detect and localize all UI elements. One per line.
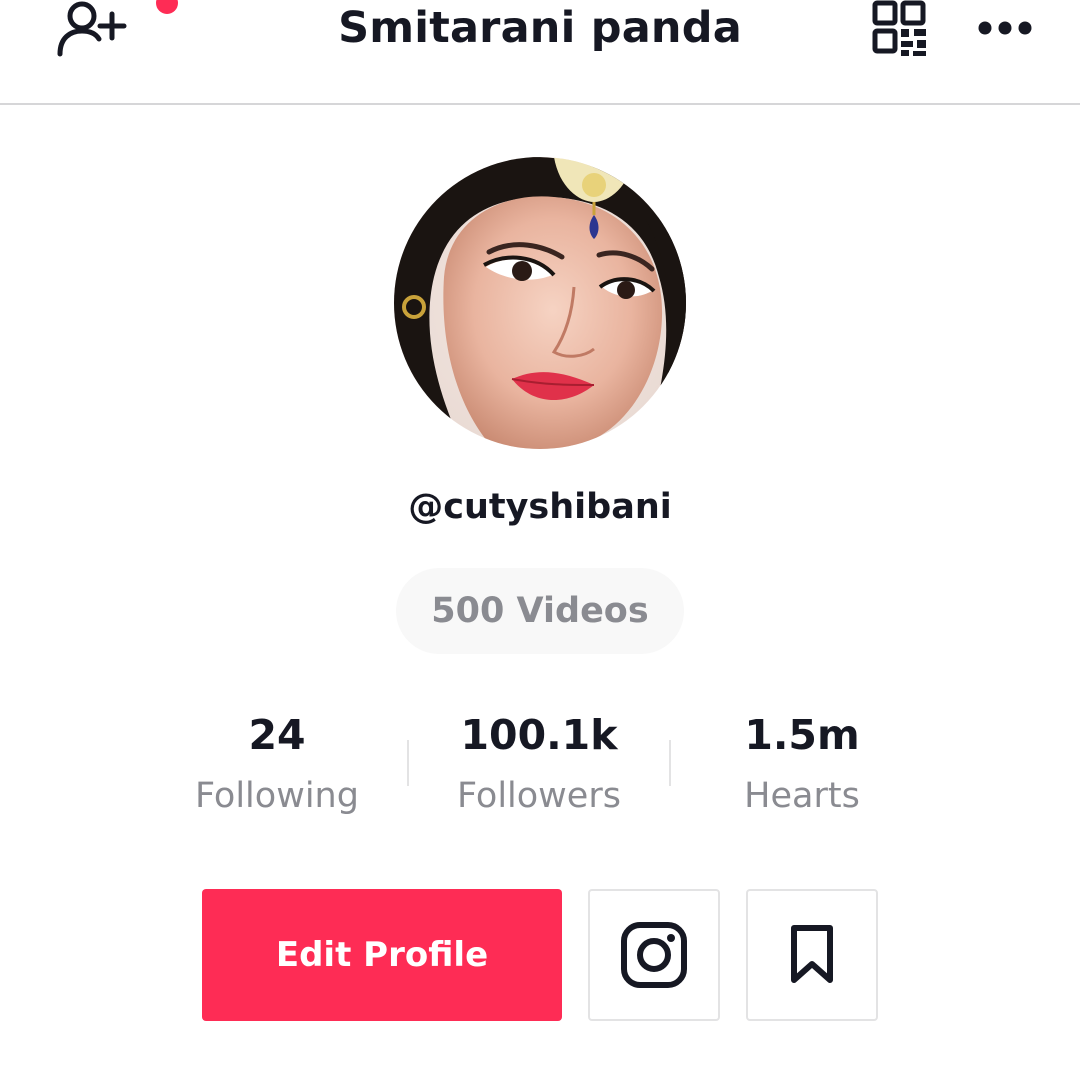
instagram-icon (621, 922, 687, 988)
profile-header: Smitarani panda (0, 0, 1080, 105)
add-friend-button[interactable] (52, 0, 178, 60)
stat-value: 1.5m (744, 711, 860, 759)
avatar[interactable] (394, 157, 686, 449)
username: @cutyshibani (408, 487, 672, 527)
stat-value: 24 (248, 711, 306, 759)
favorites-button[interactable] (746, 889, 878, 1021)
profile-photo (394, 157, 686, 449)
stat-divider (669, 740, 671, 786)
stat-hearts[interactable]: 1.5m Hearts (672, 706, 932, 828)
qr-code-button[interactable] (868, 0, 932, 58)
stat-label: Following (195, 776, 359, 816)
add-user-icon (57, 1, 127, 57)
more-horizontal-icon (978, 21, 1032, 35)
profile-page: Smitarani panda @cutyshibani 500 Videos … (0, 0, 1080, 1080)
stat-label: Hearts (744, 776, 860, 816)
bookmark-icon (791, 925, 833, 983)
stat-label: Followers (457, 776, 621, 816)
instagram-button[interactable] (588, 889, 720, 1021)
qr-code-icon (872, 0, 926, 56)
stat-followers[interactable]: 100.1k Followers (409, 706, 669, 828)
page-title: Smitarani panda (338, 3, 742, 53)
videos-count-badge[interactable]: 500 Videos (396, 568, 684, 654)
stat-value: 100.1k (460, 711, 618, 759)
stat-following[interactable]: 24 Following (147, 706, 407, 828)
more-options-button[interactable] (972, 8, 1038, 48)
edit-profile-button[interactable]: Edit Profile (202, 889, 562, 1021)
notification-dot (156, 0, 178, 14)
